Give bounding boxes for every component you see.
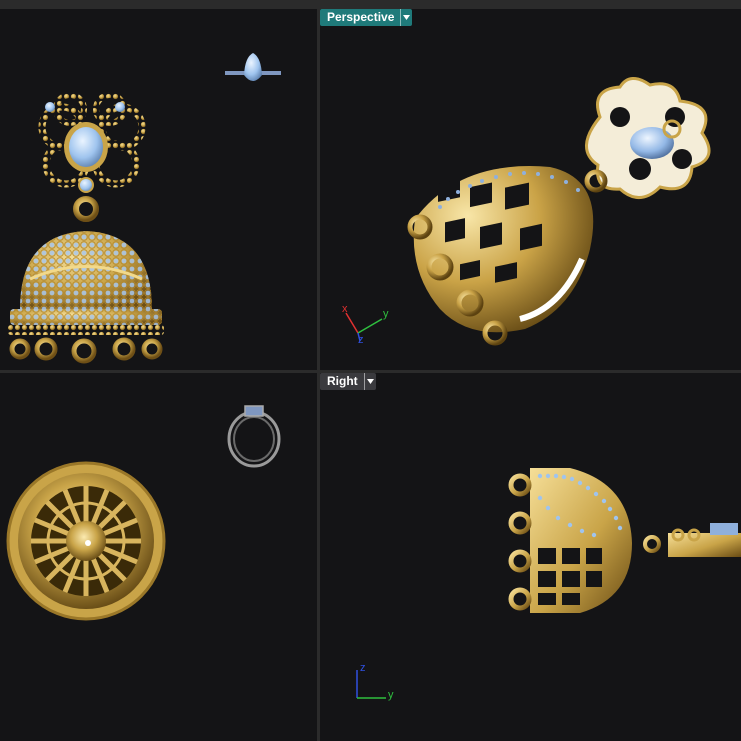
triangle-down-icon[interactable] (363, 373, 376, 390)
jump-ring-side (643, 535, 661, 553)
axis-x-label: x (342, 303, 348, 315)
axis-z-label: z (360, 662, 366, 674)
drop-loops-side (508, 473, 532, 611)
tab-right-label: Right (327, 374, 358, 388)
earring-right-scene: z y (356, 468, 741, 701)
triangle-down-icon[interactable] (400, 9, 412, 26)
earring-perspective-scene: x y z (342, 77, 711, 346)
drop-loops (9, 337, 163, 364)
axis-z-label: z (358, 334, 364, 346)
cage-dome-perspective (413, 166, 594, 333)
jump-ring (73, 196, 99, 222)
axis-y-label: y (388, 689, 394, 701)
flower-stud-side (668, 523, 741, 557)
viewport-bottom-left[interactable] (0, 373, 317, 741)
jhumka-dome (8, 231, 164, 335)
viewport-right[interactable]: z y Right (320, 373, 741, 741)
earring-front-scene (8, 53, 281, 364)
ring-preview-icon (225, 53, 281, 81)
axis-y-label: y (383, 308, 389, 320)
viewport-top-left[interactable] (0, 9, 317, 370)
tab-perspective[interactable]: Perspective (320, 9, 413, 26)
flower-stud (38, 92, 146, 193)
ring-preview-icon (227, 405, 281, 468)
earring-bottom-scene (6, 405, 281, 621)
jhumka-underside (6, 461, 166, 621)
axis-gizmo-perspective: x y z (342, 303, 389, 346)
axis-gizmo-right: z y (356, 662, 394, 701)
viewport-perspective[interactable]: x y z Perspective (320, 9, 741, 370)
tab-right[interactable]: Right (320, 373, 376, 390)
tab-perspective-label: Perspective (327, 10, 395, 24)
jhumka-side (530, 468, 632, 613)
